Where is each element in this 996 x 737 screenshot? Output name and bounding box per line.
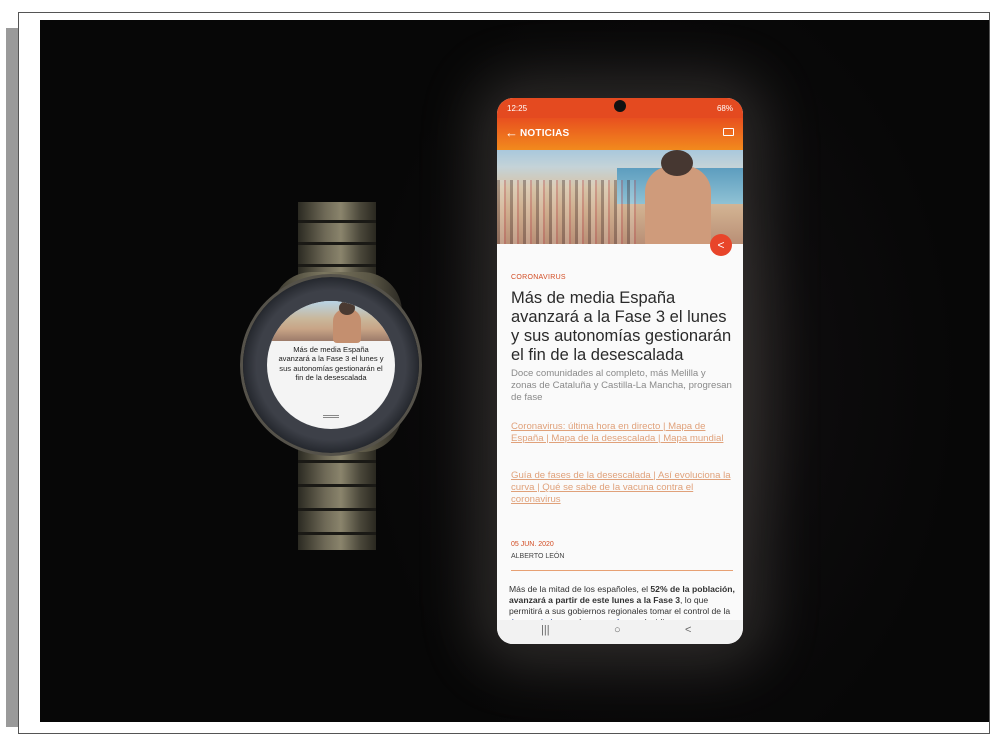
article-author: ALBERTO LEÓN bbox=[511, 553, 565, 560]
article-summary: Doce comunidades al completo, más Melill… bbox=[511, 368, 732, 403]
back-arrow-icon[interactable]: ← bbox=[505, 125, 518, 140]
watch-menu-icon[interactable] bbox=[323, 414, 339, 421]
system-nav-bar: ||| ○ < bbox=[497, 620, 743, 644]
watch-strap-bottom bbox=[298, 440, 376, 550]
share-icon: < bbox=[717, 238, 725, 252]
cast-icon[interactable] bbox=[723, 128, 734, 136]
battery-level: 68% bbox=[716, 104, 733, 113]
watch-headline: Más de media España avanzará a la Fase 3… bbox=[278, 345, 384, 383]
app-title: NOTICIAS bbox=[520, 128, 570, 139]
watch-news-image bbox=[267, 301, 395, 343]
article-kicker: CORONAVIRUS bbox=[511, 274, 566, 281]
photo: Más de media España avanzará a la Fase 3… bbox=[40, 20, 989, 722]
app-bar: ← NOTICIAS bbox=[497, 118, 743, 150]
phone: 12:25 68% ← NOTICIAS < CORONAVIRUS Más d… bbox=[497, 98, 743, 644]
related-links-2[interactable]: Guía de fases de la desescalada | Así ev… bbox=[511, 470, 733, 506]
status-bar: 12:25 68% bbox=[497, 98, 743, 118]
article-hero-image bbox=[497, 150, 743, 244]
article-date: 05 JUN. 2020 bbox=[511, 541, 554, 548]
camera-cutout bbox=[614, 100, 626, 112]
divider bbox=[511, 570, 733, 571]
article-headline: Más de media España avanzará a la Fase 3… bbox=[511, 289, 732, 364]
related-links-1[interactable]: Coronavirus: última hora en directo | Ma… bbox=[511, 421, 733, 445]
watch-screen[interactable]: Más de media España avanzará a la Fase 3… bbox=[267, 301, 395, 429]
home-button[interactable]: ○ bbox=[614, 624, 621, 636]
back-button[interactable]: < bbox=[685, 624, 691, 636]
status-time: 12:25 bbox=[507, 104, 528, 113]
recents-button[interactable]: ||| bbox=[541, 624, 550, 636]
share-button[interactable]: < bbox=[710, 234, 732, 256]
